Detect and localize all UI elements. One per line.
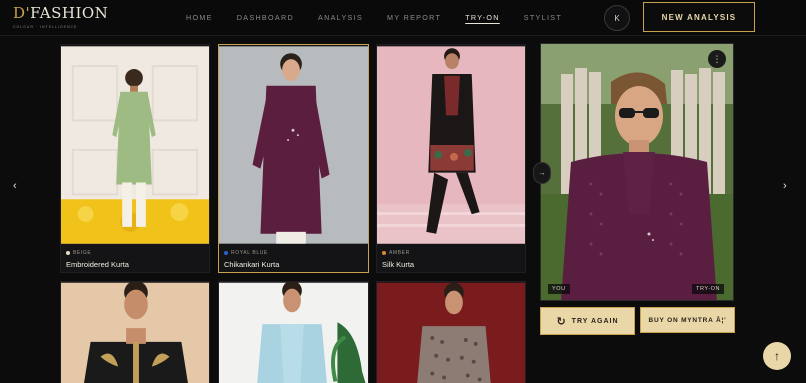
product-title: Embroidered Kurta: [66, 260, 129, 269]
nav-home[interactable]: HOME: [186, 13, 213, 22]
try-on-result-image: [541, 44, 733, 300]
refresh-icon: ↻: [556, 315, 567, 328]
nav-dashboard[interactable]: DASHBOARD: [237, 13, 294, 22]
compare-slider-handle[interactable]: →: [533, 162, 551, 184]
color-swatch: [66, 251, 70, 255]
color-swatch: [382, 251, 386, 255]
logo-prefix: D': [13, 4, 31, 22]
product-card[interactable]: BEIGE Embroidered Kurta: [60, 44, 210, 273]
main-nav: HOME DASHBOARD ANALYSIS MY REPORT TRY-ON…: [186, 13, 562, 22]
logo-name: FASHION: [30, 4, 109, 22]
color-swatch: [224, 251, 228, 255]
nav-stylist[interactable]: STYLIST: [524, 13, 562, 22]
label-you: YOU: [548, 284, 570, 294]
nav-my-report[interactable]: MY REPORT: [387, 13, 441, 22]
try-on-page: D'FASHION COLOUR · INTELLIGENCE HOME DAS…: [0, 0, 806, 383]
logo-tagline: COLOUR · INTELLIGENCE: [13, 25, 78, 29]
chevron-left-icon[interactable]: ‹: [13, 180, 17, 192]
top-navbar: D'FASHION COLOUR · INTELLIGENCE HOME DAS…: [0, 0, 806, 36]
nav-try-on[interactable]: TRY-ON: [465, 13, 500, 22]
product-image: [377, 282, 525, 383]
product-meta: BEIGE Embroidered Kurta: [66, 250, 129, 269]
product-card[interactable]: [60, 281, 210, 383]
product-card[interactable]: AMBER Silk Kurta: [376, 44, 526, 273]
arrow-up-icon[interactable]: ↑: [763, 342, 791, 370]
try-again-button[interactable]: ↻ TRY AGAIN: [540, 307, 635, 335]
nav-analysis[interactable]: ANALYSIS: [318, 13, 363, 22]
color-name: BEIGE: [73, 250, 92, 256]
buy-on-myntra-button[interactable]: BUY ON MYNTRA Â¦': [640, 307, 735, 333]
product-image: [61, 282, 209, 383]
color-tag: BEIGE: [66, 250, 129, 256]
user-avatar[interactable]: K: [604, 5, 630, 31]
product-meta: AMBER Silk Kurta: [382, 250, 414, 269]
more-options-icon[interactable]: ⋮: [708, 50, 726, 68]
product-title: Silk Kurta: [382, 260, 415, 269]
product-title: Chikankari Kurta: [224, 260, 280, 269]
color-name: ROYAL BLUE: [231, 250, 268, 256]
product-image: [219, 282, 368, 383]
color-tag: AMBER: [382, 250, 414, 256]
new-analysis-button[interactable]: NEW ANALYSIS: [643, 2, 755, 32]
product-card[interactable]: [218, 281, 369, 383]
color-tag: ROYAL BLUE: [224, 250, 279, 256]
product-image: [219, 46, 368, 244]
logo-wordmark: D'FASHION: [13, 4, 109, 22]
brand-logo[interactable]: D'FASHION COLOUR · INTELLIGENCE: [13, 4, 109, 31]
product-meta: ROYAL BLUE Chikankari Kurta: [224, 250, 279, 269]
try-on-preview[interactable]: [540, 43, 734, 301]
label-try-on: TRY-ON: [692, 284, 725, 294]
product-card[interactable]: [376, 281, 526, 383]
product-card-selected[interactable]: ROYAL BLUE Chikankari Kurta: [218, 44, 369, 273]
color-name: AMBER: [389, 250, 410, 256]
chevron-right-icon[interactable]: ›: [783, 180, 787, 192]
try-again-label: TRY AGAIN: [571, 317, 619, 325]
product-image: [377, 46, 525, 244]
product-image: [61, 46, 209, 244]
